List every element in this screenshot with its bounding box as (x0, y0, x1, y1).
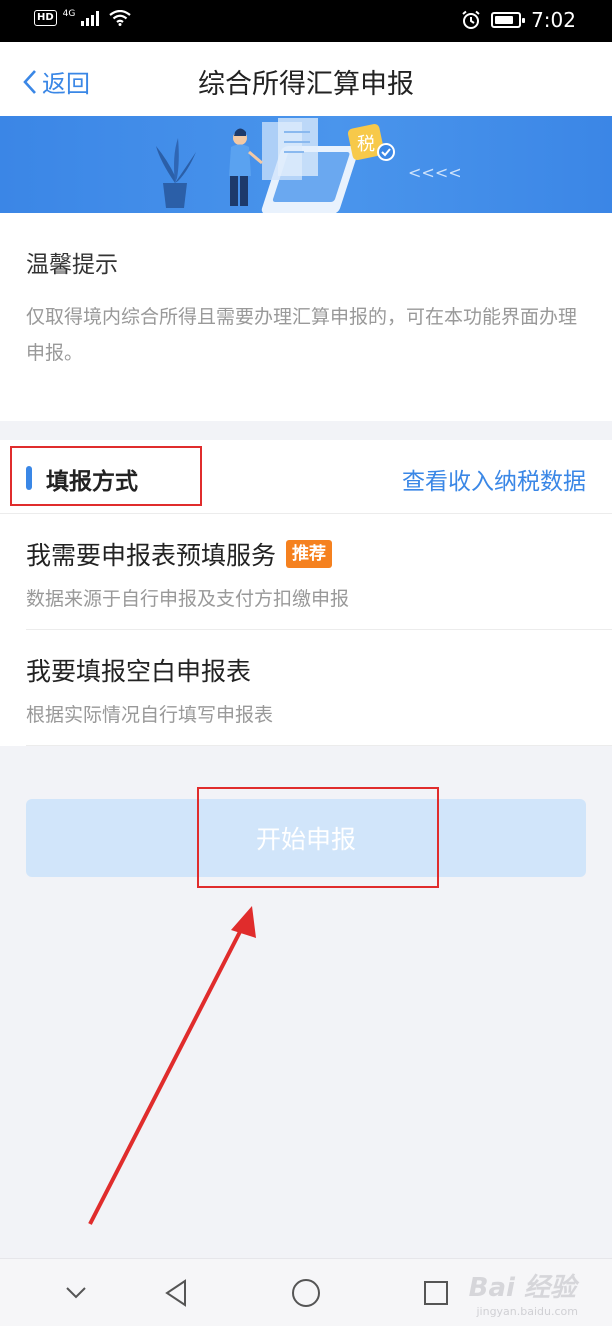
option-subtitle: 根据实际情况自行填写申报表 (26, 704, 274, 726)
battery-icon (491, 12, 526, 28)
nav-back-button[interactable] (156, 1273, 196, 1313)
nav-recents-button[interactable] (416, 1273, 456, 1313)
option-subtitle: 数据来源于自行申报及支付方扣缴申报 (26, 588, 350, 610)
status-bar: HD 4G 7:02 (0, 0, 612, 42)
tax-badge-icon: 税 (347, 123, 395, 161)
annotation-box-method (10, 446, 202, 506)
nav-home-button[interactable] (286, 1273, 326, 1313)
app-header: 返回 综合所得汇算申报 (0, 42, 612, 116)
banner-illustration: 税 <<<< (156, 118, 462, 213)
wifi-icon (109, 10, 132, 26)
option-title: 我要填报空白申报表 (26, 652, 251, 688)
status-left: HD 4G (34, 9, 132, 26)
plant-icon (156, 138, 196, 208)
tips-text: 仅取得境内综合所得且需要办理汇算申报的，可在本功能界面办理申报。 (26, 306, 578, 364)
page-title: 综合所得汇算申报 (198, 69, 414, 100)
svg-text:税: 税 (357, 134, 375, 155)
hd-indicator: HD (34, 10, 57, 26)
signal-icon (81, 11, 100, 26)
option-title: 我需要申报表预填服务 推荐 (26, 536, 333, 572)
network-type: 4G (62, 9, 76, 19)
watermark-url: jingyan.baidu.com (476, 1305, 578, 1318)
alarm-icon (462, 10, 480, 29)
triangle-back-icon (165, 1279, 186, 1307)
banner-chevrons: <<<< (408, 163, 462, 182)
status-time: 7:02 (531, 8, 576, 32)
person-illustration (229, 128, 263, 206)
nav-collapse-button[interactable] (56, 1273, 96, 1313)
view-tax-data-link[interactable]: 查看收入纳税数据 (402, 462, 586, 496)
tips-card: 温馨提示 仅取得境内综合所得且需要办理汇算申报的，可在本功能界面办理申报。 (0, 213, 612, 421)
tips-title: 温馨提示 (26, 252, 118, 278)
status-right: 7:02 (461, 8, 576, 32)
recommend-badge: 推荐 (286, 540, 333, 568)
option-blank-form[interactable]: 我要填报空白申报表 根据实际情况自行填写申报表 (26, 630, 612, 746)
banner: 税 <<<< (0, 116, 612, 213)
option-prefill[interactable]: 我需要申报表预填服务 推荐 数据来源于自行申报及支付方扣缴申报 (26, 514, 612, 630)
system-nav-bar: Bai 经验 jingyan.baidu.com (0, 1258, 612, 1326)
circle-home-icon (292, 1279, 320, 1307)
battery-level (495, 16, 514, 24)
watermark-logo: Bai 经验 (468, 1273, 576, 1303)
chevron-down-icon (66, 1287, 86, 1299)
option-title-text: 我要填报空白申报表 (26, 657, 252, 686)
option-title-text: 我需要申报表预填服务 (26, 541, 277, 570)
annotation-box-start (197, 787, 439, 888)
square-recents-icon (424, 1281, 448, 1305)
